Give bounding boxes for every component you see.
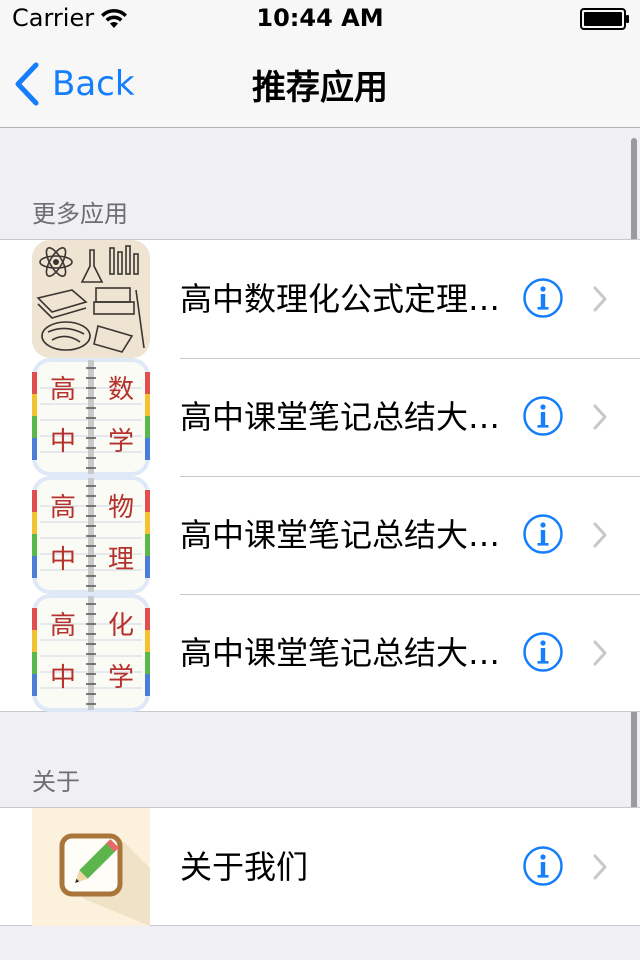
notebook-char: 化 bbox=[108, 611, 134, 641]
page-title: 推荐应用 bbox=[252, 68, 388, 108]
chevron-right-icon bbox=[593, 286, 607, 312]
app-row-formulas[interactable]: 高中数理化公式定理… bbox=[0, 240, 640, 358]
section-header-more-apps: 更多应用 bbox=[32, 200, 128, 228]
about-us-title: 关于我们 bbox=[180, 848, 309, 886]
about-list: 关于我们 bbox=[0, 807, 640, 926]
notebook-icon: 高 化 中 学 bbox=[32, 594, 150, 712]
status-time: 10:44 AM bbox=[256, 4, 384, 32]
notebook-icon: 高 数 中 学 bbox=[32, 358, 150, 476]
battery-icon bbox=[580, 8, 629, 30]
info-icon[interactable] bbox=[523, 278, 563, 318]
info-icon[interactable] bbox=[523, 846, 563, 886]
notebook-char: 学 bbox=[108, 663, 134, 693]
chevron-right-icon bbox=[593, 640, 607, 666]
info-icon[interactable] bbox=[523, 514, 563, 554]
screen: Carrier 10:44 AM Back 推荐应用 更多应用 高中数理化公式定… bbox=[0, 0, 640, 960]
navigation-bar: Carrier 10:44 AM Back 推荐应用 bbox=[0, 0, 640, 128]
app-title: 高中数理化公式定理… bbox=[180, 280, 501, 318]
notebook-char: 中 bbox=[50, 427, 76, 457]
section-header-about: 关于 bbox=[32, 768, 80, 796]
notebook-char: 高 bbox=[50, 375, 76, 405]
app-row-physics-notes[interactable]: 高 物 中 理 高中课堂笔记总结大… bbox=[0, 476, 640, 594]
app-title: 高中课堂笔记总结大… bbox=[180, 398, 501, 436]
app-title: 高中课堂笔记总结大… bbox=[180, 516, 501, 554]
notebook-char: 理 bbox=[108, 545, 134, 575]
chevron-right-icon bbox=[593, 522, 607, 548]
chevron-right-icon bbox=[593, 854, 607, 880]
chevron-right-icon bbox=[593, 404, 607, 430]
app-row-chemistry-notes[interactable]: 高 化 中 学 高中课堂笔记总结大… bbox=[0, 594, 640, 712]
notebook-char: 学 bbox=[108, 427, 134, 457]
about-us-row[interactable]: 关于我们 bbox=[0, 808, 640, 926]
notebook-icon: 高 物 中 理 bbox=[32, 476, 150, 594]
notebook-char: 高 bbox=[50, 611, 76, 641]
notebook-char: 物 bbox=[108, 493, 134, 523]
info-icon[interactable] bbox=[523, 632, 563, 672]
notebook-char: 高 bbox=[50, 493, 76, 523]
notepad-pencil-icon bbox=[32, 808, 150, 926]
info-icon[interactable] bbox=[523, 396, 563, 436]
app-title: 高中课堂笔记总结大… bbox=[180, 634, 501, 672]
notebook-char: 数 bbox=[108, 375, 134, 405]
notebook-char: 中 bbox=[50, 545, 76, 575]
notebook-char: 中 bbox=[50, 663, 76, 693]
more-apps-list: 高中数理化公式定理… 高 数 中 学 高中课堂笔记总结大… 高 物 中 理 高中… bbox=[0, 239, 640, 712]
science-collage-icon bbox=[32, 240, 150, 358]
app-row-math-notes[interactable]: 高 数 中 学 高中课堂笔记总结大… bbox=[0, 358, 640, 476]
